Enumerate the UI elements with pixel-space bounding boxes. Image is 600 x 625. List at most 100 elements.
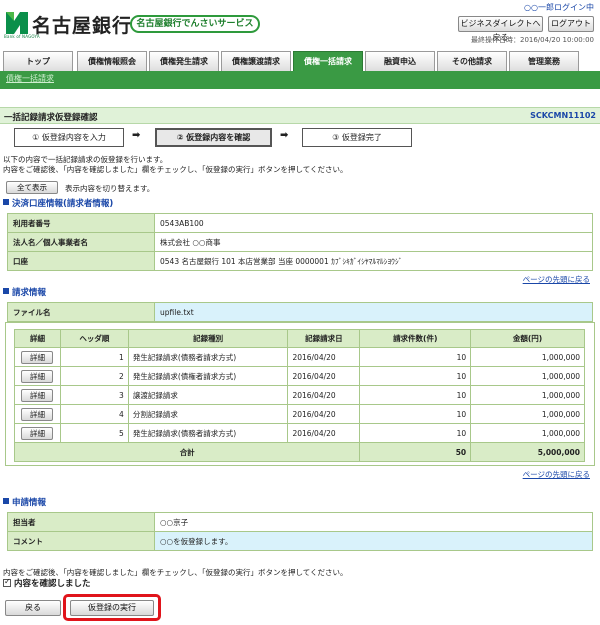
page-title: 一括記録請求仮登録確認 bbox=[4, 113, 98, 123]
detail-button[interactable]: 詳細 bbox=[21, 426, 54, 440]
header-order: 3 bbox=[59, 385, 129, 405]
confirm-checkbox[interactable] bbox=[3, 577, 11, 587]
step-input: ① 仮登録内容を入力 bbox=[14, 128, 124, 147]
section-bullet-icon bbox=[3, 288, 9, 294]
tab-credit-issue[interactable]: 債権発生請求 bbox=[149, 51, 219, 71]
back-button[interactable]: 戻る bbox=[5, 600, 61, 616]
breadcrumb-bulk-request[interactable]: 債権一括請求 bbox=[6, 73, 54, 84]
show-all-button[interactable]: 全て表示 bbox=[6, 181, 58, 194]
step-complete: ③ 仮登録完了 bbox=[302, 128, 412, 147]
corporate-name-label: 法人名／個人事業者名 bbox=[7, 232, 155, 252]
table-row: 詳細 2 発生記録請求(債権者請求方式) 2016/04/20 10 1,000… bbox=[14, 366, 585, 386]
request-count: 10 bbox=[359, 366, 472, 386]
request-count: 10 bbox=[359, 404, 472, 424]
detail-cell: 詳細 bbox=[14, 404, 61, 424]
request-date: 2016/04/20 bbox=[287, 366, 361, 386]
show-all-description: 表示内容を切り替えます。 bbox=[65, 184, 155, 193]
request-date: 2016/04/20 bbox=[287, 423, 361, 443]
step-arrow-icon: ➡ bbox=[132, 130, 141, 141]
application-info-table: 担当者 ○○京子 コメント ○○を仮登録します。 bbox=[7, 512, 593, 551]
tab-management[interactable]: 管理業務 bbox=[509, 51, 579, 71]
request-date: 2016/04/20 bbox=[287, 347, 361, 367]
section-bullet-icon bbox=[3, 498, 9, 504]
main-tabs: トップ 債権情報照会 債権発生請求 債権譲渡請求 債権一括請求 融資申込 その他… bbox=[3, 51, 597, 73]
user-number-label: 利用者番号 bbox=[7, 213, 155, 233]
file-name-value: upfile.txt bbox=[154, 302, 593, 322]
table-row: ファイル名 upfile.txt bbox=[7, 302, 593, 322]
tab-bulk-request[interactable]: 債権一括請求 bbox=[293, 51, 363, 73]
last-operation-time: 最終操作日時：2016/04/20 10:00:00 bbox=[470, 36, 594, 44]
header-order: 2 bbox=[59, 366, 129, 386]
amount: 1,000,000 bbox=[470, 366, 585, 386]
section-title: 申請情報 bbox=[12, 498, 47, 508]
total-amount: 5,000,000 bbox=[470, 442, 585, 462]
comment-label: コメント bbox=[7, 531, 155, 551]
back-to-top-link[interactable]: ページの先頭に戻る bbox=[523, 469, 590, 480]
intro-line-2: 内容をご確認後、「内容を確認しました」欄をチェックし、「仮登録の実行」ボタンを押… bbox=[3, 165, 348, 174]
service-name-badge: 名古屋銀行でんさいサービス bbox=[130, 15, 260, 33]
tab-other-requests[interactable]: その他請求 bbox=[437, 51, 507, 71]
back-to-top-link[interactable]: ページの先頭に戻る bbox=[523, 274, 590, 285]
tab-top[interactable]: トップ bbox=[3, 51, 73, 71]
amount: 1,000,000 bbox=[470, 404, 585, 424]
column-header: 詳細 bbox=[14, 329, 61, 348]
total-count: 50 bbox=[359, 442, 472, 462]
column-header: ヘッダ順 bbox=[59, 329, 129, 348]
execute-provisional-registration-button[interactable]: 仮登録の実行 bbox=[70, 600, 154, 616]
section-bullet-icon bbox=[3, 199, 9, 205]
file-info-table: ファイル名 upfile.txt bbox=[7, 302, 593, 322]
screen-code: SCKCMN11102 bbox=[530, 111, 596, 120]
total-label: 合計 bbox=[13, 442, 361, 462]
corporate-name-value: 株式会社 ○○商事 bbox=[154, 232, 593, 252]
section-title: 決済口座情報(請求者情報) bbox=[12, 199, 114, 209]
confirm-checkbox-row[interactable]: 内容を確認しました bbox=[3, 577, 91, 589]
request-date: 2016/04/20 bbox=[287, 385, 361, 405]
tab-credit-transfer[interactable]: 債権譲渡請求 bbox=[221, 51, 291, 71]
user-number-value: 0543AB100 bbox=[154, 213, 593, 233]
header-order: 5 bbox=[59, 423, 129, 443]
column-header: 金額(円) bbox=[470, 329, 585, 348]
logout-button[interactable]: ログアウト bbox=[548, 16, 594, 32]
section-title: 請求情報 bbox=[12, 288, 47, 298]
back-to-direct-button[interactable]: ビジネスダイレクトへ戻る bbox=[458, 16, 543, 42]
detail-button[interactable]: 詳細 bbox=[21, 369, 54, 383]
detail-button[interactable]: 詳細 bbox=[21, 388, 54, 402]
account-value: 0543 名古屋銀行 101 本店営業部 当座 0000001 ｶﾌﾞｼｷｶﾞｲ… bbox=[154, 251, 593, 271]
account-label: 口座 bbox=[7, 251, 155, 271]
total-row: 合計 50 5,000,000 bbox=[13, 442, 585, 462]
sub-navigation-bar: 債権一括請求 bbox=[0, 71, 600, 89]
column-header: 記録種別 bbox=[127, 329, 289, 348]
table-row: 詳細 4 分割記録請求 2016/04/20 10 1,000,000 bbox=[14, 404, 585, 424]
record-type: 譲渡記録請求 bbox=[127, 385, 289, 405]
tab-loan-application[interactable]: 融資申込 bbox=[365, 51, 435, 71]
table-row: 法人名／個人事業者名 株式会社 ○○商事 bbox=[7, 232, 593, 252]
amount: 1,000,000 bbox=[470, 423, 585, 443]
table-row: 詳細 1 発生記録請求(債務者請求方式) 2016/04/20 10 1,000… bbox=[14, 347, 585, 367]
header-order: 1 bbox=[59, 347, 129, 367]
record-type: 発生記録請求(債務者請求方式) bbox=[127, 423, 289, 443]
record-type: 分割記録請求 bbox=[127, 404, 289, 424]
request-count: 10 bbox=[359, 347, 472, 367]
detail-cell: 詳細 bbox=[14, 423, 61, 443]
detail-button[interactable]: 詳細 bbox=[21, 407, 54, 421]
amount: 1,000,000 bbox=[470, 347, 585, 367]
table-row: 詳細 3 譲渡記録請求 2016/04/20 10 1,000,000 bbox=[14, 385, 585, 405]
detail-button[interactable]: 詳細 bbox=[21, 350, 54, 364]
page-title-bar: 一括記録請求仮登録確認 SCKCMN11102 bbox=[0, 107, 600, 124]
file-name-label: ファイル名 bbox=[7, 302, 155, 322]
step-confirm-current: ② 仮登録内容を確認 bbox=[155, 128, 272, 147]
bank-logo-icon bbox=[6, 12, 28, 34]
person-in-charge-label: 担当者 bbox=[7, 512, 155, 532]
table-row: 口座 0543 名古屋銀行 101 本店営業部 当座 0000001 ｶﾌﾞｼｷ… bbox=[7, 251, 593, 271]
request-date: 2016/04/20 bbox=[287, 404, 361, 424]
confirm-checkbox-label[interactable]: 内容を確認しました bbox=[14, 579, 91, 589]
section-heading-settlement: 決済口座情報(請求者情報) bbox=[3, 197, 113, 209]
login-user-status: ○○一郎ログイン中 bbox=[524, 3, 594, 12]
step-arrow-icon: ➡ bbox=[280, 130, 289, 141]
tab-credit-inquiry[interactable]: 債権情報照会 bbox=[77, 51, 147, 71]
detail-cell: 詳細 bbox=[14, 347, 61, 367]
column-header: 記録請求日 bbox=[287, 329, 361, 348]
detail-cell: 詳細 bbox=[14, 366, 61, 386]
request-count: 10 bbox=[359, 423, 472, 443]
record-type: 発生記録請求(債権者請求方式) bbox=[127, 366, 289, 386]
